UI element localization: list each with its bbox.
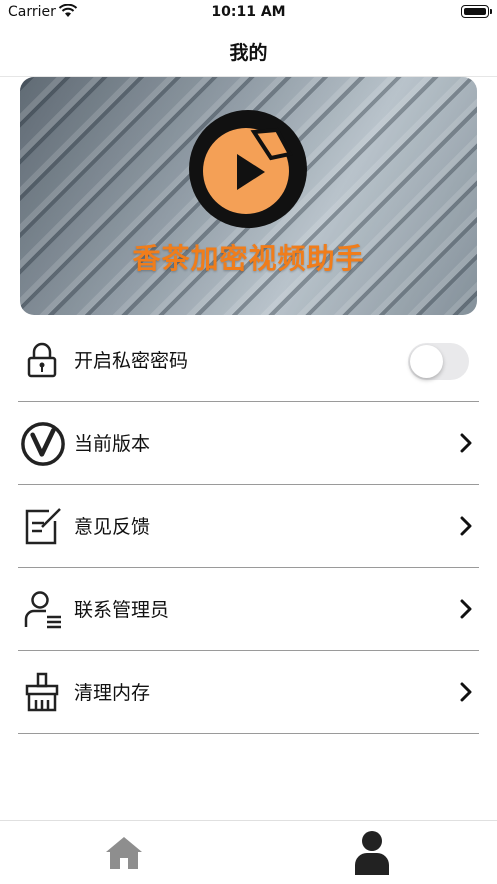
menu-item-current-version[interactable]: 当前版本 <box>18 402 479 485</box>
broom-icon <box>25 672 59 712</box>
lock-icon <box>27 342 57 378</box>
menu-item-label: 联系管理员 <box>74 599 170 621</box>
menu-item-label: 开启私密密码 <box>74 350 189 372</box>
feedback-icon <box>25 508 61 545</box>
menu-item-label: 清理内存 <box>74 682 151 704</box>
page-title: 我的 <box>229 42 268 64</box>
chevron-right-icon <box>460 682 472 702</box>
chevron-right-icon <box>460 516 472 536</box>
menu-item-feedback[interactable]: 意见反馈 <box>18 485 479 568</box>
menu-item-contact-admin[interactable]: 联系管理员 <box>18 568 479 651</box>
banner-title: 香茶加密视频助手 <box>132 242 365 275</box>
admin-icon <box>24 591 61 629</box>
battery-icon <box>461 5 492 18</box>
version-icon <box>21 422 65 466</box>
status-bar: Carrier 10:11 AM <box>0 0 497 28</box>
menu-item-clear-memory[interactable]: 清理内存 <box>18 651 479 734</box>
chevron-right-icon <box>460 599 472 619</box>
profile-icon[interactable] <box>352 829 392 875</box>
menu-item-label: 当前版本 <box>74 433 151 455</box>
status-time: 10:11 AM <box>211 4 286 20</box>
banner: 香茶加密视频助手 <box>20 77 477 315</box>
toggle-knob <box>410 345 443 378</box>
menu-item-label: 意见反馈 <box>74 516 151 538</box>
app-logo-icon <box>189 110 307 228</box>
home-icon[interactable] <box>104 833 144 873</box>
menu-item-private-password: 开启私密密码 <box>18 319 479 402</box>
chevron-right-icon <box>460 433 472 453</box>
private-password-toggle[interactable] <box>408 343 469 380</box>
tab-bar <box>0 820 497 884</box>
navigation-bar: 我的 <box>0 28 497 77</box>
